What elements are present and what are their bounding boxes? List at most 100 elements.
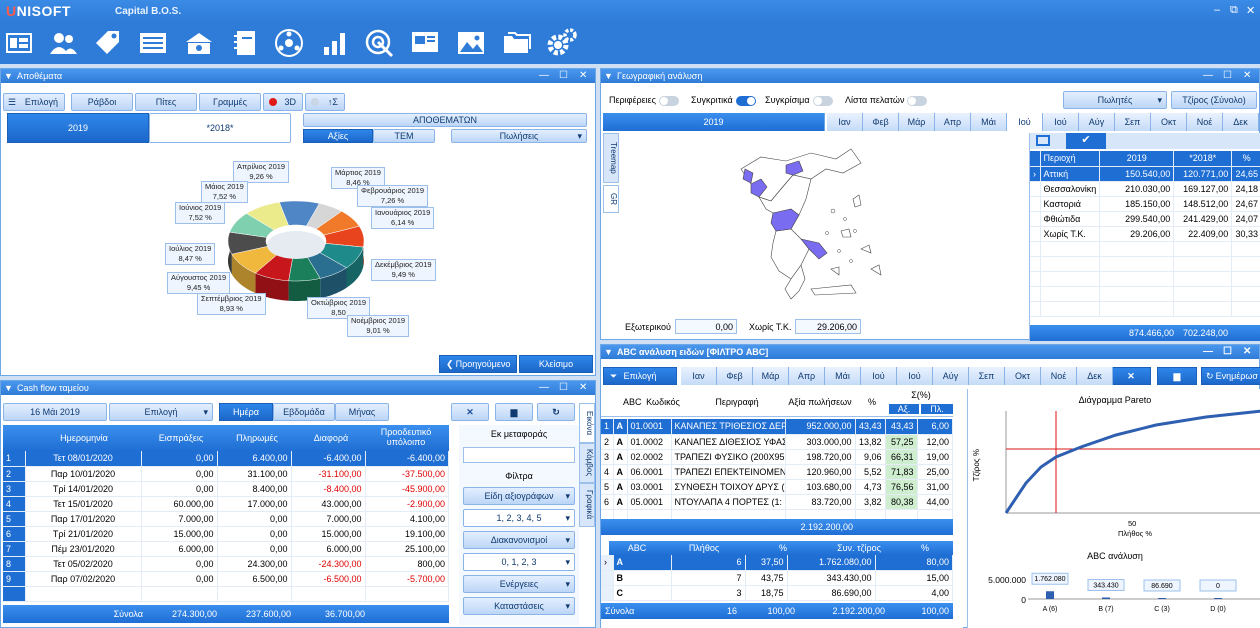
abc-month-3[interactable]: Απρ: [789, 367, 825, 385]
states-dropdown[interactable]: Καταστάσεις ▾: [463, 597, 575, 615]
col-payments[interactable]: Πληρωμές: [221, 433, 293, 443]
close-app-button[interactable]: ✕: [1246, 4, 1255, 17]
minimize-button[interactable]: –: [1214, 4, 1220, 16]
sales-dropdown[interactable]: Πωλήσεις ▾: [451, 129, 587, 143]
settlements-values[interactable]: 0, 1, 2, 3 ▾: [463, 553, 575, 571]
abc-month-0[interactable]: Ιαν: [681, 367, 717, 385]
update-button[interactable]: ↻ Ενημέρωσ: [1201, 367, 1260, 385]
abc-month-1[interactable]: Φεβ: [717, 367, 753, 385]
notebook-icon[interactable]: [228, 26, 262, 60]
maximize-button[interactable]: ⧉: [1230, 4, 1238, 17]
col-date[interactable]: Ημερομηνία: [29, 433, 139, 443]
geo-month-7[interactable]: Αύγ: [1079, 113, 1115, 131]
table-row[interactable]: 4 Τετ 15/01/2020 60.000,00 17.000,00 43.000,…: [3, 496, 449, 512]
table-row[interactable]: 5 A 03.0001 ΣΥΝΘΕΣΗ ΤΟΙΧΟΥ ΔΡΥΣ (103.680,00…: [601, 479, 953, 495]
period-month[interactable]: Μήνας: [335, 403, 389, 421]
table-row[interactable]: 1 Τετ 08/01/2020 0,00 6.400,00 -6.400,00 -6.4…: [3, 451, 449, 467]
minimize-icon[interactable]: —: [1203, 69, 1213, 83]
table-row[interactable]: C 3 18,75 86.690,00 4,00: [601, 585, 953, 601]
print-button[interactable]: ▆: [495, 403, 533, 421]
bars-button[interactable]: Ράβδοι: [71, 93, 133, 111]
geo-month-1[interactable]: Φεβ: [863, 113, 899, 131]
doc-types-dropdown[interactable]: Είδη αξιογράφων ▾: [463, 487, 575, 505]
geo-month-10[interactable]: Νοέ: [1187, 113, 1223, 131]
tab-gr[interactable]: GR: [603, 185, 619, 213]
abc-month-6[interactable]: Ιού: [897, 367, 933, 385]
tab-node[interactable]: Κόμβος: [579, 443, 595, 483]
settlements-dropdown[interactable]: Διακανονισμοί ▾: [463, 531, 575, 549]
toggle-customer-list[interactable]: Λίστα πελατών: [845, 95, 928, 106]
sum-col-3[interactable]: Συν. τζίρος: [819, 543, 899, 553]
close-icon[interactable]: ✕: [579, 69, 587, 83]
settings-icon[interactable]: [544, 26, 578, 60]
table-row[interactable]: 6 A 05.0001 ΝΤΟΥΛΑΠΑ 4 ΠΟΡΤΕΣ (1: 83.720,00 3…: [601, 494, 953, 510]
abc-select-button[interactable]: ⏷ Επιλογή: [603, 367, 677, 385]
region-row[interactable]: Φθιώτιδα 299.540,00 241.429,00 24,07: [1030, 211, 1260, 227]
geo-month-4[interactable]: Μάι: [971, 113, 1007, 131]
previous-button[interactable]: ❮ Προηγούμενο: [439, 355, 517, 373]
minimize-icon[interactable]: —: [539, 69, 549, 83]
maximize-icon[interactable]: ☐: [1223, 345, 1232, 359]
table-row[interactable]: 9 Παρ 07/02/2020 0,00 6.500,00 -6.500,00 -5.7…: [3, 571, 449, 587]
cash-select-dropdown[interactable]: Επιλογή ▾: [109, 403, 213, 421]
table-row[interactable]: B 7 43,75 343.430,00 15,00: [601, 570, 953, 586]
collapse-icon[interactable]: ▼: [4, 69, 13, 83]
close-icon[interactable]: ✕: [1243, 69, 1251, 83]
col-sales-value[interactable]: Αξία πωλήσεων: [785, 397, 855, 407]
select-button[interactable]: ☰ Επιλογή: [3, 93, 65, 111]
abc-month-4[interactable]: Μάι: [825, 367, 861, 385]
period-week[interactable]: Εβδομάδα: [273, 403, 335, 421]
col-percent[interactable]: %: [857, 397, 887, 407]
minimize-icon[interactable]: —: [1203, 345, 1213, 359]
col-2019[interactable]: 2019: [1099, 151, 1175, 167]
collapse-icon[interactable]: ▼: [604, 345, 613, 359]
period-day[interactable]: Ημέρα: [219, 403, 273, 421]
region-row[interactable]: Χωρίς Τ.Κ. 29.206,00 22.409,00 30,33: [1030, 226, 1260, 242]
abc-month-8[interactable]: Σεπ: [969, 367, 1005, 385]
abc-print-button[interactable]: ▆: [1157, 367, 1197, 385]
image-icon[interactable]: [454, 26, 488, 60]
geo-month-11[interactable]: Δεκ: [1223, 113, 1259, 131]
sum-toggle[interactable]: ↑Σ: [305, 93, 345, 111]
table-row[interactable]: 5 Παρ 17/01/2020 7.000,00 0,00 7.000,00 4.100…: [3, 511, 449, 527]
geo-month-6[interactable]: Ιού: [1043, 113, 1079, 131]
values-tab[interactable]: Αξίες: [303, 129, 373, 143]
lines-button[interactable]: Γραμμές: [199, 93, 261, 111]
units-tab[interactable]: ΤΕΜ: [373, 129, 435, 143]
sum-col-2[interactable]: %: [763, 543, 803, 553]
date-picker[interactable]: 16 Μάι 2019: [3, 403, 107, 421]
table-row[interactable]: 2 A 01.0002 ΚΑΝΑΠΕΣ ΔΙΘΕΣΙΟΣ ΥΦΑΣ 303.000,00…: [601, 434, 953, 450]
col-cumulative[interactable]: Σ(%): [889, 390, 953, 400]
minimize-icon[interactable]: —: [539, 381, 549, 395]
close-icon[interactable]: ✕: [1243, 345, 1251, 359]
refresh-button[interactable]: ↻: [537, 403, 575, 421]
toggle-comparable[interactable]: Συγκρίσιμα: [765, 95, 833, 106]
table-row[interactable]: 1 A 01.0001 ΚΑΝΑΠΕΣ ΤΡΙΘΕΣΙΟΣ ΔΕΡ 952.000,00…: [601, 419, 953, 435]
geo-month-5[interactable]: Ιού: [1007, 113, 1043, 131]
col-description[interactable]: Περιγραφή: [689, 397, 785, 407]
geo-month-0[interactable]: Ιαν: [827, 113, 863, 131]
col-receipts[interactable]: Εισπράξεις: [143, 433, 219, 443]
toggle-regions[interactable]: Περιφέρειες: [609, 95, 679, 106]
col-region[interactable]: Περιοχή: [1040, 151, 1101, 167]
abc-month-11[interactable]: Δεκ: [1077, 367, 1113, 385]
maximize-icon[interactable]: ☐: [1223, 69, 1232, 83]
network-icon[interactable]: [272, 26, 306, 60]
doc-types-values[interactable]: 1, 2, 3, 4, 5 ▾: [463, 509, 575, 527]
region-row[interactable]: Καστοριά 185.150,00 148.512,00 24,67: [1030, 196, 1260, 212]
sum-col-4[interactable]: %: [905, 543, 945, 553]
delete-button[interactable]: ✕: [451, 403, 489, 421]
dashboard-icon[interactable]: [2, 26, 36, 60]
checkmark-icon[interactable]: ✔: [1066, 133, 1106, 149]
maximize-icon[interactable]: ☐: [559, 381, 568, 395]
toggle-comparative[interactable]: Συγκριτικά: [691, 95, 756, 106]
presentation-icon[interactable]: [408, 26, 442, 60]
col-abc[interactable]: ABC: [623, 397, 642, 407]
abc-month-7[interactable]: Αύγ: [933, 367, 969, 385]
collapse-icon[interactable]: ▼: [604, 69, 613, 83]
sum-col-1[interactable]: Πλήθος: [679, 543, 729, 553]
tab-treemap[interactable]: Treemap: [603, 133, 619, 183]
maximize-icon[interactable]: ☐: [559, 69, 568, 83]
ledger-icon[interactable]: [136, 26, 170, 60]
revenue-dropdown[interactable]: Τζίρος (Σύνολο): [1171, 91, 1257, 109]
